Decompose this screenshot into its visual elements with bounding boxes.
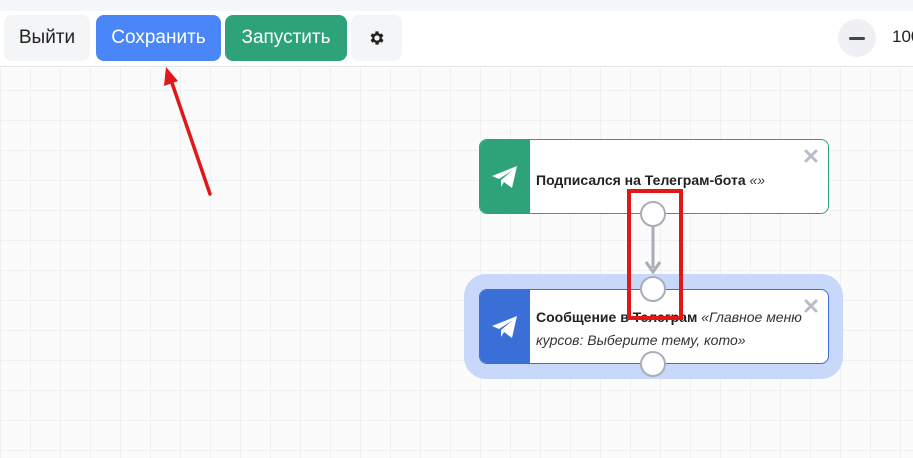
- annotation-layer: [164, 67, 212, 196]
- annotation-arrowhead: [164, 67, 178, 86]
- annotation-arrow-shaft: [169, 78, 212, 196]
